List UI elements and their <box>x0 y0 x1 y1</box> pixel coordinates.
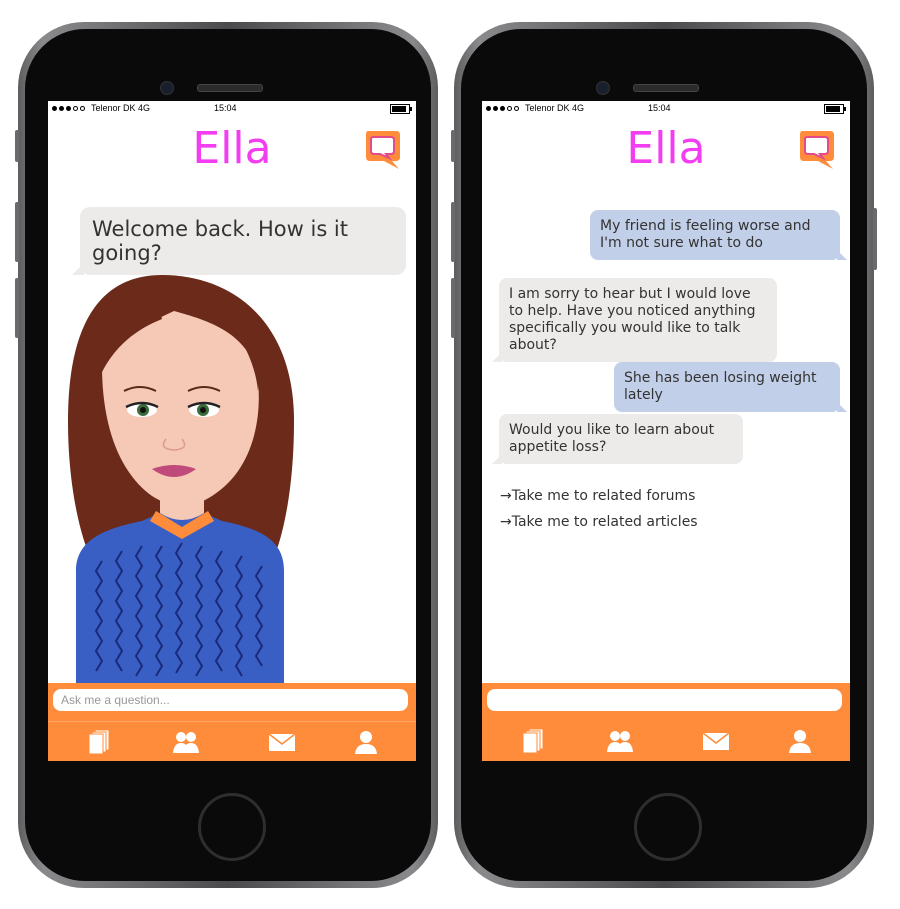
ella-avatar <box>68 275 294 683</box>
messages-icon[interactable] <box>268 729 296 755</box>
chat-message-user: She has been losing weight lately <box>614 362 847 412</box>
tab-bar <box>482 721 850 761</box>
community-icon[interactable] <box>606 728 634 754</box>
messages-icon[interactable] <box>702 728 730 754</box>
greeting-bubble: Welcome back. How is it going? <box>72 207 406 275</box>
app-title: Ella <box>626 123 706 174</box>
status-bar: Telenor DK 4G 15:04 <box>48 101 416 117</box>
home-button[interactable] <box>634 793 702 861</box>
tab-bar <box>48 721 416 761</box>
screen-chat: Telenor DK 4G 15:04 Ella My friend is fe… <box>482 101 850 761</box>
chat-logo-icon[interactable] <box>796 127 838 169</box>
question-input[interactable] <box>53 689 408 711</box>
link-related-articles[interactable]: →Take me to related articles <box>500 514 698 530</box>
status-time: 15:04 <box>648 103 671 113</box>
community-icon[interactable] <box>172 729 200 755</box>
profile-icon[interactable] <box>352 729 380 755</box>
message-text: Would you like to learn about appetite l… <box>509 422 715 455</box>
articles-icon[interactable] <box>86 729 114 755</box>
chat-message-user: My friend is feeling worse and I'm not s… <box>590 210 847 260</box>
arrow-right-icon: → <box>500 488 512 504</box>
message-text: She has been losing weight lately <box>624 370 817 403</box>
status-time: 15:04 <box>214 103 237 113</box>
chat-message-bot: Would you like to learn about appetite l… <box>492 414 743 464</box>
arrow-right-icon: → <box>500 514 512 530</box>
chat-message-bot: I am sorry to hear but I would love to h… <box>492 278 777 362</box>
articles-icon[interactable] <box>520 728 548 754</box>
profile-icon[interactable] <box>786 728 814 754</box>
link-related-forums[interactable]: →Take me to related forums <box>500 488 695 504</box>
status-bar: Telenor DK 4G 15:04 <box>482 101 850 117</box>
battery-icon <box>390 104 412 114</box>
home-button[interactable] <box>198 793 266 861</box>
app-title: Ella <box>192 123 272 174</box>
message-text: My friend is feeling worse and I'm not s… <box>600 218 811 251</box>
greeting-text: Welcome back. How is it going? <box>92 217 348 265</box>
screen-home: Telenor DK 4G 15:04 Ella Welcome back. H… <box>48 101 416 761</box>
input-bar <box>48 683 416 721</box>
input-bar <box>482 683 850 721</box>
carrier-label: Telenor DK 4G <box>91 103 151 113</box>
carrier-label: Telenor DK 4G <box>525 103 585 113</box>
chat-logo-icon[interactable] <box>362 127 404 169</box>
message-text: I am sorry to hear but I would love to h… <box>509 286 756 353</box>
question-input[interactable] <box>487 689 842 711</box>
battery-icon <box>824 104 846 114</box>
